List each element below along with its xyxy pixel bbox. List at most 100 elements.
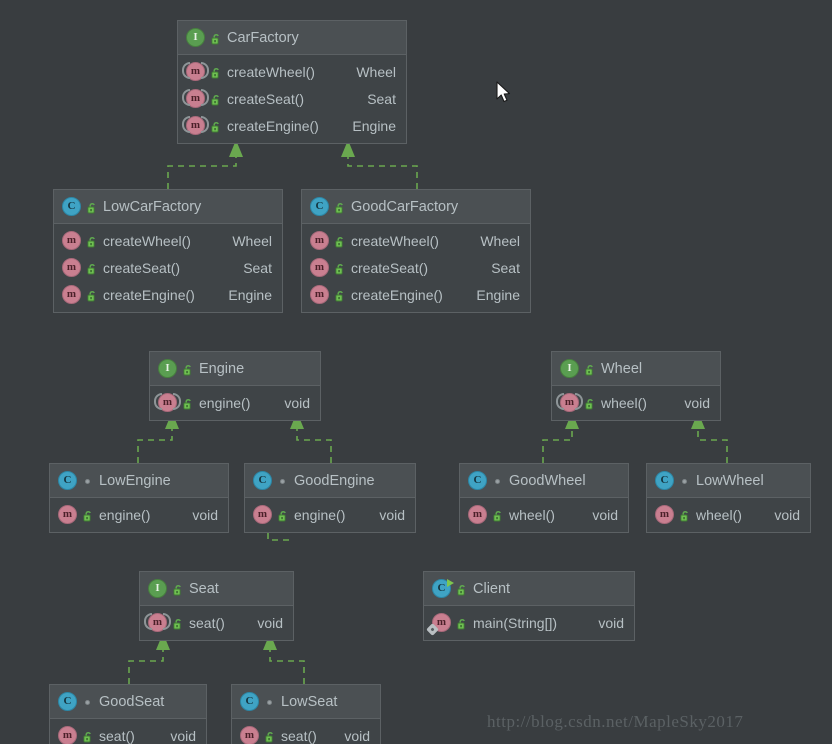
uml-member-name: createSeat() — [103, 259, 181, 276]
uml-member-name: engine() — [294, 506, 346, 523]
connector-goodseat-seat-line — [128, 645, 164, 684]
public-lock-icon — [335, 235, 346, 247]
uml-node-header[interactable]: C LowEngine — [50, 464, 228, 498]
uml-member-row[interactable]: m engine() void — [245, 501, 415, 528]
uml-member-row[interactable]: m wheel() void — [460, 501, 628, 528]
uml-node-lowwheel[interactable]: C LowWheel m wheel() void — [646, 463, 811, 533]
method-icon: m — [62, 285, 81, 304]
uml-member-row[interactable]: m main(String[]) void — [424, 609, 634, 636]
uml-node-members: m createWheel() Wheel m createSeat() Seat m cre… — [178, 55, 406, 143]
uml-member-type: void — [170, 727, 196, 744]
public-lock-icon — [585, 397, 596, 409]
uml-node-lowengine[interactable]: C LowEngine m engine() void — [49, 463, 229, 533]
uml-member-row[interactable]: m seat() void — [140, 609, 293, 636]
public-lock-icon — [83, 509, 94, 521]
uml-node-seat[interactable]: I Seat m seat() void — [139, 571, 294, 641]
connector-lowwheel-wheel-line — [697, 424, 728, 463]
uml-node-header[interactable]: I Engine — [150, 352, 320, 386]
uml-node-header[interactable]: C GoodEngine — [245, 464, 415, 498]
uml-node-header[interactable]: I Wheel — [552, 352, 720, 386]
method-icon: m — [58, 726, 77, 744]
class-icon: C — [310, 197, 329, 216]
uml-member-type: void — [379, 506, 405, 523]
uml-node-client[interactable]: C Client m main(String[]) void — [423, 571, 635, 641]
class-icon: C — [655, 471, 674, 490]
uml-node-members: m seat() void — [232, 719, 380, 744]
uml-node-goodseat[interactable]: C GoodSeat m seat() void — [49, 684, 207, 744]
uml-node-header[interactable]: I CarFactory — [178, 21, 406, 55]
uml-member-row[interactable]: m createSeat() Seat — [54, 254, 282, 281]
uml-member-row[interactable]: m createEngine() Engine — [302, 281, 530, 308]
uml-node-goodengine[interactable]: C GoodEngine m engine() void — [244, 463, 416, 533]
uml-node-header[interactable]: C LowWheel — [647, 464, 810, 498]
uml-node-header[interactable]: C GoodCarFactory — [302, 190, 530, 224]
interface-icon: I — [148, 579, 167, 598]
uml-node-header[interactable]: I Seat — [140, 572, 293, 606]
uml-member-name: engine() — [199, 394, 251, 411]
uml-member-type: void — [344, 727, 370, 744]
uml-node-header[interactable]: C LowCarFactory — [54, 190, 282, 224]
uml-member-row[interactable]: m createWheel() Wheel — [302, 227, 530, 254]
uml-member-name: createEngine() — [351, 286, 443, 303]
connector-lowengine-engine-line — [137, 424, 173, 463]
uml-member-row[interactable]: m createWheel() Wheel — [54, 227, 282, 254]
uml-node-header[interactable]: C Client — [424, 572, 634, 606]
uml-member-type: void — [257, 614, 283, 631]
uml-node-title: LowSeat — [281, 693, 338, 710]
public-lock-icon — [183, 363, 194, 375]
uml-node-header[interactable]: C GoodWheel — [460, 464, 628, 498]
uml-member-row[interactable]: m wheel() void — [552, 389, 720, 416]
uml-node-header[interactable]: C GoodSeat — [50, 685, 206, 719]
uml-node-wheel[interactable]: I Wheel m wheel() void — [551, 351, 721, 421]
uml-member-type: Seat — [491, 259, 520, 276]
uml-member-row[interactable]: m createSeat() Seat — [178, 85, 406, 112]
uml-member-row[interactable]: m engine() void — [50, 501, 228, 528]
abstract-method-icon: m — [182, 89, 209, 108]
uml-node-members: m wheel() void — [647, 498, 810, 532]
uml-member-name: seat() — [99, 727, 135, 744]
method-icon: m — [253, 505, 272, 524]
interface-icon: I — [186, 28, 205, 47]
method-icon: m — [240, 726, 259, 744]
package-private-icon — [265, 696, 276, 708]
uml-member-row[interactable]: m seat() void — [50, 722, 206, 744]
uml-member-row[interactable]: m createEngine() Engine — [178, 112, 406, 139]
uml-node-goodcarfactory[interactable]: C GoodCarFactory m createWheel() Wheel m creat… — [301, 189, 531, 313]
uml-node-header[interactable]: C LowSeat — [232, 685, 380, 719]
uml-member-name: createEngine() — [103, 286, 195, 303]
watermark-text: http://blog.csdn.net/MapleSky2017 — [487, 712, 744, 731]
abstract-method-icon: m — [182, 62, 209, 81]
uml-member-name: createSeat() — [227, 90, 305, 107]
uml-member-row[interactable]: m createEngine() Engine — [54, 281, 282, 308]
connector-goodwheel-wheel-line — [542, 424, 573, 463]
uml-member-type: Wheel — [232, 232, 272, 249]
uml-member-type: Wheel — [480, 232, 520, 249]
uml-member-type: Engine — [228, 286, 272, 303]
uml-member-row[interactable]: m wheel() void — [647, 501, 810, 528]
interface-icon: I — [158, 359, 177, 378]
uml-node-members: m seat() void — [50, 719, 206, 744]
uml-diagram-canvas[interactable]: I CarFactory m createWheel() Wheel m createSea… — [0, 0, 832, 744]
interface-icon: I — [560, 359, 579, 378]
uml-node-members: m wheel() void — [552, 386, 720, 420]
class-icon: C — [58, 471, 77, 490]
method-icon: m — [62, 258, 81, 277]
static-method-icon: m — [426, 613, 451, 636]
uml-node-lowcarfactory[interactable]: C LowCarFactory m createWheel() Wheel m create… — [53, 189, 283, 313]
uml-member-row[interactable]: m createWheel() Wheel — [178, 58, 406, 85]
uml-node-members: m createWheel() Wheel m createSeat() Seat m cre… — [54, 224, 282, 312]
abstract-method-icon: m — [556, 393, 583, 412]
public-lock-icon — [173, 617, 184, 629]
uml-member-row[interactable]: m seat() void — [232, 722, 380, 744]
uml-node-carfactory[interactable]: I CarFactory m createWheel() Wheel m createSea… — [177, 20, 407, 144]
uml-node-lowseat[interactable]: C LowSeat m seat() void — [231, 684, 381, 744]
public-lock-icon — [211, 32, 222, 44]
public-lock-icon — [183, 397, 194, 409]
uml-node-members: m wheel() void — [460, 498, 628, 532]
connector-lowcarfactory-carfactory-line — [167, 152, 237, 189]
abstract-method-icon: m — [144, 613, 171, 632]
uml-node-goodwheel[interactable]: C GoodWheel m wheel() void — [459, 463, 629, 533]
uml-member-row[interactable]: m createSeat() Seat — [302, 254, 530, 281]
uml-member-row[interactable]: m engine() void — [150, 389, 320, 416]
uml-node-engine[interactable]: I Engine m engine() void — [149, 351, 321, 421]
